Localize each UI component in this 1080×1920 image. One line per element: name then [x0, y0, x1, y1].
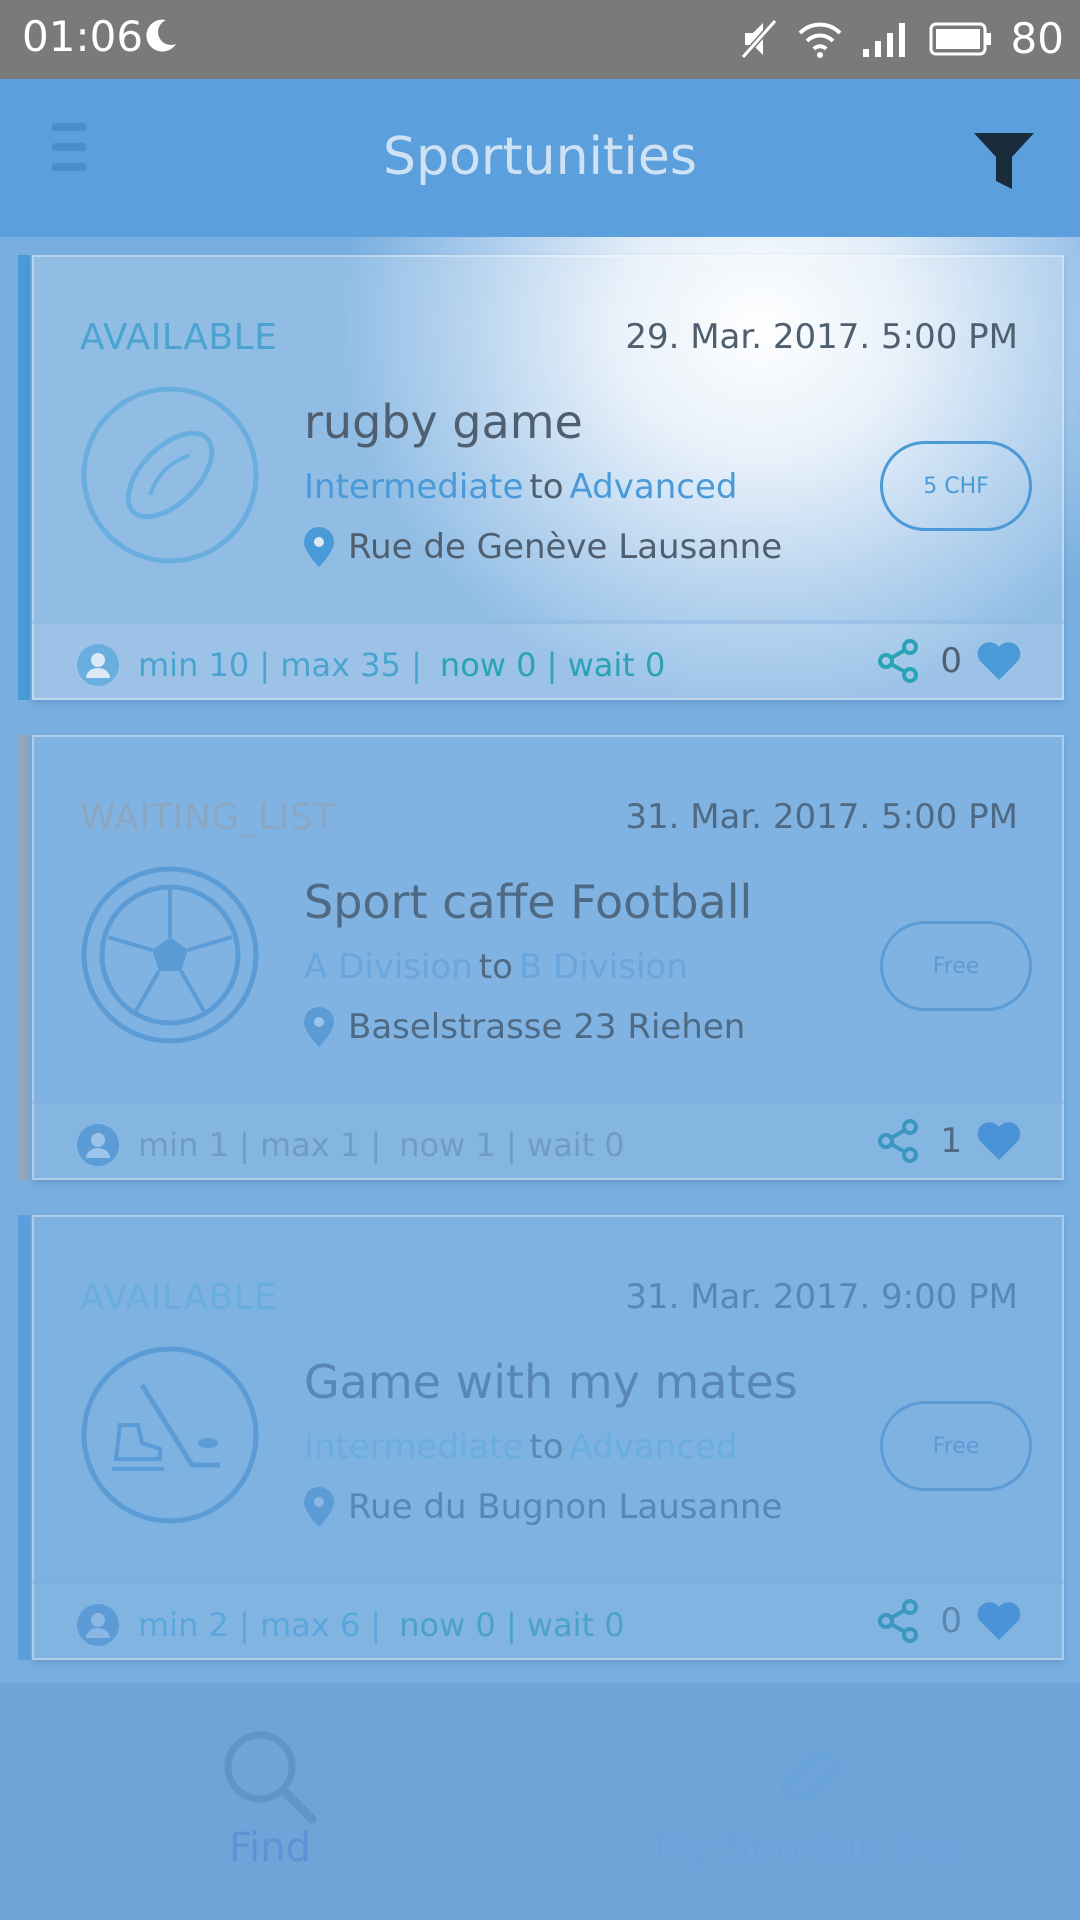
event-name: rugby game — [304, 395, 583, 449]
share-icon[interactable] — [876, 639, 920, 683]
event-level: A Division to B Division — [304, 947, 688, 987]
participants-stats: min 1 | max 1 | now 1 | wait 0 — [76, 1123, 625, 1167]
event-card[interactable]: WAITING_LIST 31. Mar. 2017. 5:00 PM Spor… — [18, 735, 1064, 1195]
status-bar: 01:06 80 — [0, 0, 1080, 79]
status-badge: WAITING_LIST — [80, 797, 336, 838]
social-actions: 0 — [876, 639, 1022, 683]
stats-current: now 0 | wait 0 — [439, 646, 666, 684]
nav-find[interactable]: Find — [0, 1683, 540, 1920]
battery-level: 80 — [1010, 14, 1064, 63]
signal-icon — [862, 22, 905, 57]
mute-icon — [740, 18, 777, 59]
app-bar: Sportunities — [0, 79, 1080, 237]
sportunities-logo-icon — [780, 1751, 840, 1803]
location-pin-icon — [304, 527, 334, 567]
battery-icon — [929, 22, 991, 55]
event-card[interactable]: AVAILABLE 29. Mar. 2017. 5:00 PM rugby g… — [18, 255, 1064, 715]
like-count: 0 — [940, 641, 962, 681]
event-name: Sport caffe Football — [304, 875, 753, 929]
price-button[interactable]: 5 CHF — [880, 441, 1032, 531]
moon-icon — [146, 19, 176, 52]
event-datetime: 29. Mar. 2017. 5:00 PM — [625, 317, 1018, 357]
price-button[interactable]: Free — [880, 921, 1032, 1011]
location-text: Rue du Bugnon Lausanne — [348, 1487, 783, 1527]
stats-capacity: min 10 | max 35 | — [138, 646, 422, 684]
like-count: 1 — [940, 1121, 962, 1161]
person-icon — [77, 1604, 119, 1646]
social-actions: 0 — [876, 1599, 1022, 1643]
person-icon — [77, 1124, 119, 1166]
location-pin-icon — [304, 1487, 334, 1527]
nav-find-label: Find — [229, 1825, 311, 1871]
stats-capacity: min 1 | max 1 | — [138, 1126, 382, 1164]
person-icon — [77, 644, 119, 686]
stats-current: now 1 | wait 0 — [399, 1126, 625, 1164]
stats-current: now 0 | wait 0 — [399, 1606, 625, 1644]
event-card[interactable]: AVAILABLE 31. Mar. 2017. 9:00 PM Game wi… — [18, 1215, 1064, 1675]
location-text: Baselstrasse 23 Riehen — [348, 1007, 746, 1047]
page-title: Sportunities — [383, 127, 697, 187]
level-from: Intermediate — [304, 467, 524, 507]
status-time: 01:06 — [22, 12, 144, 61]
search-icon — [224, 1731, 317, 1824]
level-from: A Division — [304, 947, 473, 987]
price-button[interactable]: Free — [880, 1401, 1032, 1491]
event-datetime: 31. Mar. 2017. 5:00 PM — [625, 797, 1018, 837]
level-to: Advanced — [569, 467, 738, 507]
event-level: Intermediate to Advanced — [304, 1427, 737, 1467]
bottom-nav: Find My Sportunities — [0, 1683, 1080, 1920]
level-to: B Division — [518, 947, 688, 987]
social-actions: 1 — [876, 1119, 1022, 1163]
event-name: Game with my mates — [304, 1355, 798, 1409]
nav-my-label: My Sportunities — [653, 1825, 967, 1871]
like-count: 0 — [940, 1601, 962, 1641]
heart-icon[interactable] — [976, 1600, 1022, 1642]
heart-icon[interactable] — [976, 640, 1022, 682]
status-badge: AVAILABLE — [80, 1277, 278, 1318]
share-icon[interactable] — [876, 1599, 920, 1643]
rugby-ball-icon — [81, 386, 259, 564]
level-separator: to — [529, 1427, 564, 1467]
nav-my-sportunities[interactable]: My Sportunities — [540, 1683, 1080, 1920]
event-list[interactable]: AVAILABLE 29. Mar. 2017. 5:00 PM rugby g… — [0, 237, 1080, 1683]
event-datetime: 31. Mar. 2017. 9:00 PM — [625, 1277, 1018, 1317]
heart-icon[interactable] — [976, 1120, 1022, 1162]
card-accent — [18, 735, 30, 1180]
stats-capacity: min 2 | max 6 | — [138, 1606, 382, 1644]
event-location: Rue du Bugnon Lausanne — [304, 1487, 782, 1527]
soccer-ball-icon — [81, 866, 259, 1044]
level-to: Advanced — [569, 1427, 738, 1467]
location-pin-icon — [304, 1007, 334, 1047]
card-accent — [18, 1215, 30, 1660]
status-badge: AVAILABLE — [80, 317, 278, 358]
participants-stats: min 2 | max 6 | now 0 | wait 0 — [76, 1603, 625, 1647]
wifi-icon — [798, 22, 841, 58]
location-text: Rue de Genève Lausanne — [348, 527, 783, 567]
participants-stats: min 10 | max 35 | now 0 | wait 0 — [76, 643, 665, 687]
event-location: Baselstrasse 23 Riehen — [304, 1007, 745, 1047]
event-location: Rue de Genève Lausanne — [304, 527, 782, 567]
level-separator: to — [478, 947, 513, 987]
filter-icon[interactable] — [972, 129, 1036, 193]
level-from: Intermediate — [304, 1427, 524, 1467]
share-icon[interactable] — [876, 1119, 920, 1163]
hockey-icon — [81, 1346, 259, 1524]
card-accent — [18, 255, 30, 700]
event-level: Intermediate to Advanced — [304, 467, 737, 507]
level-separator: to — [529, 467, 564, 507]
